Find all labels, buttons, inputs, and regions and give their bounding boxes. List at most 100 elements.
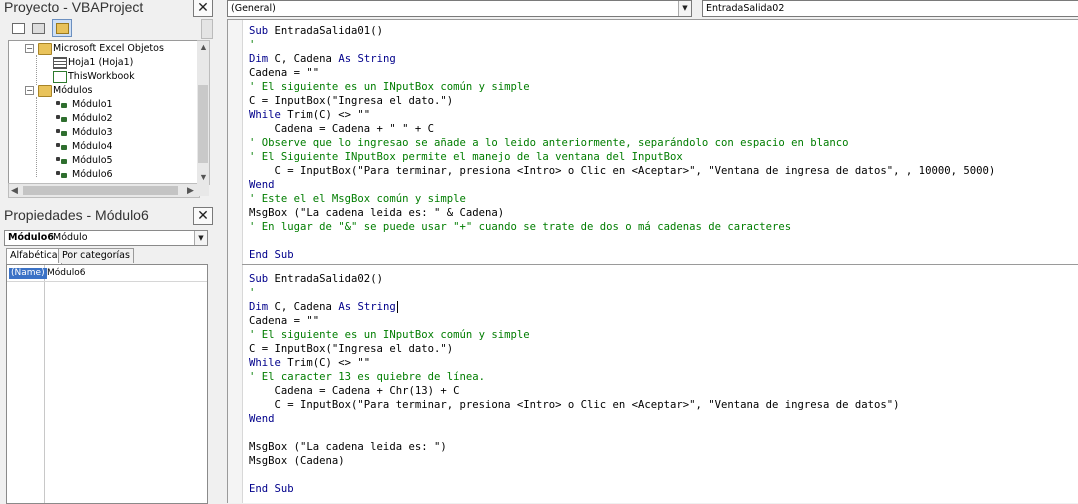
project-pane-close-icon[interactable]: ✕ bbox=[193, 0, 213, 17]
code-line[interactable]: Cadena = Cadena + Chr(13) + C bbox=[249, 384, 460, 398]
code-keyword: Dim bbox=[249, 53, 269, 65]
code-line[interactable]: MsgBox ("La cadena leida es: " & Cadena) bbox=[249, 206, 504, 220]
tree-item-hoja1[interactable]: Hoja1 (Hoja1) bbox=[9, 56, 197, 69]
module-icon bbox=[56, 113, 68, 123]
code-line[interactable]: C = InputBox("Para terminar, presiona <I… bbox=[249, 164, 996, 178]
tree-horizontal-scrollbar[interactable]: ◀ ▶ bbox=[8, 183, 200, 198]
tab-por-categorias[interactable]: Por categorías bbox=[58, 248, 134, 263]
chevron-down-icon[interactable]: ▼ bbox=[194, 231, 207, 245]
code-keyword: End bbox=[249, 483, 269, 495]
code-line[interactable]: Dim C, Cadena As String bbox=[249, 52, 396, 66]
code-line[interactable]: Sub EntradaSalida02() bbox=[249, 272, 383, 286]
view-object-button[interactable] bbox=[28, 19, 48, 37]
code-text: MsgBox (Cadena) bbox=[249, 455, 345, 467]
code-line[interactable]: Dim C, Cadena As String bbox=[249, 300, 396, 314]
scroll-down-icon[interactable]: ▼ bbox=[199, 172, 208, 182]
code-keyword: End bbox=[249, 249, 269, 261]
tree-item-label: Módulo2 bbox=[72, 113, 113, 124]
code-line[interactable]: MsgBox ("La cadena leida es: ") bbox=[249, 440, 447, 454]
properties-pane-title: Propiedades - Módulo6 bbox=[4, 208, 149, 223]
module-icon bbox=[56, 99, 68, 109]
code-keyword: Sub bbox=[274, 249, 294, 261]
code-comment: ' El siguiente es un INputBox común y si… bbox=[249, 329, 530, 341]
tree-item-modulo5[interactable]: Módulo5 bbox=[9, 154, 197, 167]
code-line[interactable]: ' Observe que lo ingresao se añade a lo … bbox=[249, 136, 849, 150]
tree-item-modulo2[interactable]: Módulo2 bbox=[9, 112, 197, 125]
code-editor[interactable]: Sub EntradaSalida01() ' Dim C, Cadena As S… bbox=[227, 19, 1078, 503]
property-key-name[interactable]: (Name) bbox=[9, 268, 47, 279]
tree-item-label: Hoja1 (Hoja1) bbox=[68, 57, 134, 68]
code-text: Cadena = Cadena + " " + C bbox=[249, 123, 434, 135]
code-line[interactable]: ' El caracter 13 es quiebre de línea. bbox=[249, 370, 485, 384]
code-margin[interactable] bbox=[228, 20, 243, 503]
code-comment: ' bbox=[249, 39, 256, 51]
tree-item-modulos[interactable]: − Módulos bbox=[9, 84, 197, 97]
size-grip bbox=[197, 183, 209, 196]
code-line[interactable]: ' bbox=[249, 286, 255, 300]
code-line[interactable]: Sub EntradaSalida01() bbox=[249, 24, 383, 38]
code-line[interactable]: MsgBox (Cadena) bbox=[249, 454, 345, 468]
scroll-right-icon[interactable]: ▶ bbox=[187, 185, 194, 195]
view-code-button[interactable] bbox=[8, 19, 28, 37]
code-line[interactable]: ' El siguiente es un INputBox común y si… bbox=[249, 80, 530, 94]
code-comment: ' bbox=[249, 287, 256, 299]
code-line[interactable]: Cadena = "" bbox=[249, 314, 319, 328]
collapse-icon[interactable]: − bbox=[25, 44, 34, 53]
code-line[interactable]: ' bbox=[249, 38, 255, 52]
chevron-down-icon[interactable]: ▼ bbox=[678, 1, 691, 16]
properties-grid: (Name) Módulo6 bbox=[6, 264, 208, 504]
scroll-thumb[interactable] bbox=[198, 85, 208, 163]
object-combo[interactable]: (General) ▼ bbox=[227, 0, 692, 17]
code-keyword: Sub bbox=[249, 273, 269, 285]
code-keyword: String bbox=[357, 301, 396, 313]
code-line[interactable]: Wend bbox=[249, 178, 275, 192]
code-keyword: Wend bbox=[249, 179, 275, 191]
worksheet-icon bbox=[53, 57, 67, 69]
project-tree: − Microsoft Excel Objetos Hoja1 (Hoja1) … bbox=[8, 40, 200, 185]
folder-icon bbox=[38, 43, 52, 55]
toolbar-scroll[interactable] bbox=[201, 19, 213, 39]
code-text: MsgBox ("La cadena leida es: " & Cadena) bbox=[249, 207, 505, 219]
procedure-separator bbox=[242, 264, 1078, 265]
code-text: Cadena = Cadena + Chr(13) + C bbox=[249, 385, 460, 397]
collapse-icon[interactable]: − bbox=[25, 86, 34, 95]
tree-item-label: Módulo1 bbox=[72, 99, 113, 110]
code-text: Cadena = "" bbox=[249, 315, 320, 327]
code-line[interactable]: ' Este el el MsgBox común y simple bbox=[249, 192, 466, 206]
code-line[interactable]: C = InputBox("Ingresa el dato.") bbox=[249, 94, 453, 108]
code-line[interactable]: ' En lugar de "&" se puede usar "+" cuan… bbox=[249, 220, 791, 234]
code-line[interactable]: C = InputBox("Ingresa el dato.") bbox=[249, 342, 453, 356]
code-line[interactable]: While Trim(C) <> "" bbox=[249, 108, 370, 122]
code-line[interactable]: ' El siguiente es un INputBox común y si… bbox=[249, 328, 530, 342]
scroll-left-icon[interactable]: ◀ bbox=[11, 185, 18, 195]
code-line[interactable]: While Trim(C) <> "" bbox=[249, 356, 370, 370]
code-line[interactable]: ' El Siguiente INputBox permite el manej… bbox=[249, 150, 683, 164]
tree-item-modulo3[interactable]: Módulo3 bbox=[9, 126, 197, 139]
code-keyword: Sub bbox=[249, 25, 269, 37]
module-icon bbox=[56, 169, 68, 179]
tab-alfabetica[interactable]: Alfabética bbox=[6, 248, 62, 264]
code-line[interactable]: End Sub bbox=[249, 248, 294, 262]
code-line[interactable]: Wend bbox=[249, 412, 275, 426]
properties-pane-close-icon[interactable]: ✕ bbox=[193, 207, 213, 225]
tree-item-modulo4[interactable]: Módulo4 bbox=[9, 140, 197, 153]
code-line[interactable]: Cadena = "" bbox=[249, 66, 319, 80]
property-value-name[interactable]: Módulo6 bbox=[47, 268, 85, 279]
object-select[interactable]: Módulo6 Módulo ▼ bbox=[4, 230, 208, 246]
grid-row-line bbox=[7, 281, 207, 282]
code-line[interactable]: Cadena = Cadena + " " + C bbox=[249, 122, 434, 136]
tree-item-modulo1[interactable]: Módulo1 bbox=[9, 98, 197, 111]
procedure-combo[interactable]: EntradaSalida02 bbox=[702, 0, 1078, 17]
code-text: Cadena = "" bbox=[249, 67, 320, 79]
scroll-up-icon[interactable]: ▲ bbox=[199, 42, 208, 52]
tree-item-thisworkbook[interactable]: ThisWorkbook bbox=[9, 70, 197, 83]
toggle-folders-button[interactable] bbox=[52, 19, 72, 37]
code-line[interactable]: C = InputBox("Para terminar, presiona <I… bbox=[249, 398, 900, 412]
project-explorer-pane: Proyecto - VBAProject ✕ − Microsoft Exce… bbox=[0, 0, 213, 202]
tree-item-modulo6[interactable]: Módulo6 bbox=[9, 168, 197, 181]
scroll-thumb[interactable] bbox=[23, 186, 178, 195]
tree-item-excel-objects[interactable]: − Microsoft Excel Objetos bbox=[9, 42, 197, 55]
tree-vertical-scrollbar[interactable]: ▲ ▼ bbox=[197, 40, 210, 185]
code-text: Trim(C) <> "" bbox=[280, 357, 371, 369]
code-line[interactable]: End Sub bbox=[249, 482, 294, 496]
